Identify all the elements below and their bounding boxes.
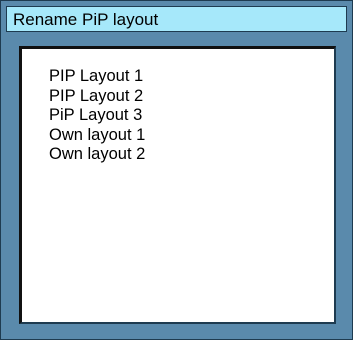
layout-list: PIP Layout 1 PIP Layout 2 PiP Layout 3 O… bbox=[49, 67, 145, 165]
list-item-pip-layout-2[interactable]: PIP Layout 2 bbox=[49, 87, 145, 107]
title-bar: Rename PiP layout bbox=[6, 6, 347, 32]
dialog-title: Rename PiP layout bbox=[13, 10, 159, 29]
layout-list-box[interactable]: PIP Layout 1 PIP Layout 2 PiP Layout 3 O… bbox=[19, 46, 336, 324]
list-item-pip-layout-1[interactable]: PIP Layout 1 bbox=[49, 67, 145, 87]
list-item-own-layout-2[interactable]: Own layout 2 bbox=[49, 145, 145, 165]
list-item-own-layout-1[interactable]: Own layout 1 bbox=[49, 126, 145, 146]
rename-pip-layout-dialog: Rename PiP layout PIP Layout 1 PIP Layou… bbox=[0, 0, 353, 340]
list-item-pip-layout-3[interactable]: PiP Layout 3 bbox=[49, 106, 145, 126]
